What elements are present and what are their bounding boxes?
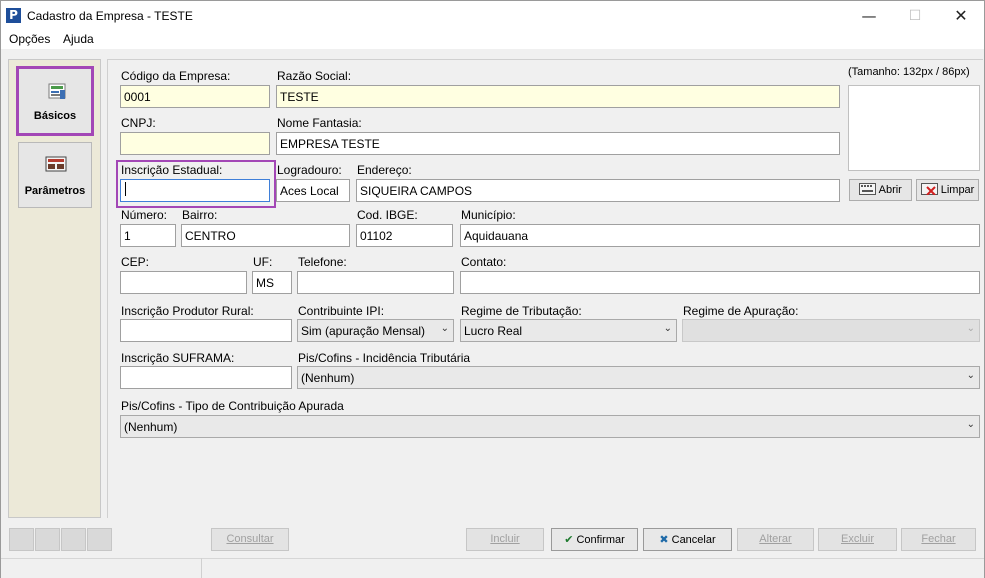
regime-trib-select-value: Lucro Real	[464, 324, 523, 338]
regime-apur-select: ⌄	[682, 319, 980, 342]
check-icon: ✔	[564, 533, 574, 546]
x-icon: ✖	[659, 533, 669, 546]
nav-prev-button[interactable]	[35, 528, 60, 551]
cancelar-label: Cancelar	[671, 534, 716, 546]
nav-last-button[interactable]	[87, 528, 112, 551]
alterar-button[interactable]: Alterar	[737, 528, 814, 551]
razao-label: Razão Social:	[277, 69, 352, 83]
abrir-button[interactable]: Abrir	[849, 179, 912, 201]
chevron-down-icon: ⌄	[663, 323, 672, 334]
contato-label: Contato:	[461, 255, 507, 269]
logradouro-field[interactable]: Aces Local	[276, 179, 350, 202]
cancelar-button[interactable]: ✖ Cancelar	[643, 528, 732, 551]
menu-opcoes[interactable]: Opções	[9, 32, 50, 46]
bairro-field[interactable]: CENTRO	[181, 224, 350, 247]
ipi-label: Contribuinte IPI:	[298, 304, 385, 318]
maximize-button[interactable]: ☐	[892, 1, 938, 31]
status-separator	[201, 558, 202, 578]
municipio-label: Município:	[461, 208, 516, 222]
window: P Cadastro da Empresa - TESTE — ☐ ✕ Opçõ…	[0, 0, 985, 578]
nav-first-button[interactable]	[9, 528, 34, 551]
fantasia-field[interactable]: EMPRESA TESTE	[276, 132, 840, 155]
telefone-field[interactable]	[297, 271, 454, 294]
chevron-down-icon: ⌄	[440, 323, 449, 334]
window-title: Cadastro da Empresa - TESTE	[27, 9, 193, 23]
cnpj-label: CNPJ:	[121, 116, 156, 130]
regime-trib-select[interactable]: Lucro Real ⌄	[460, 319, 677, 342]
numero-field[interactable]: 1	[120, 224, 176, 247]
cep-field[interactable]	[120, 271, 247, 294]
excluir-button[interactable]: Excluir	[818, 528, 897, 551]
menu-bar: Opções Ajuda	[1, 31, 984, 49]
cep-label: CEP:	[121, 255, 150, 269]
razao-field[interactable]: TESTE	[276, 85, 840, 108]
codigo-field[interactable]: 0001	[120, 85, 270, 108]
chevron-down-icon: ⌄	[966, 370, 975, 381]
basicos-icon	[48, 83, 66, 99]
minimize-button[interactable]: —	[846, 1, 892, 31]
confirmar-button[interactable]: ✔ Confirmar	[551, 528, 638, 551]
produtor-field[interactable]	[120, 319, 292, 342]
suframa-field[interactable]	[120, 366, 292, 389]
status-bar	[1, 558, 984, 578]
nav-parametros-button[interactable]: Parâmetros	[18, 142, 92, 208]
menu-ajuda[interactable]: Ajuda	[63, 32, 94, 46]
keyboard-icon	[859, 183, 877, 195]
text-caret	[125, 182, 126, 196]
numero-label: Número:	[121, 208, 168, 222]
regime-apur-label: Regime de Apuração:	[683, 304, 799, 318]
pis-tipo-select-value: (Nenhum)	[124, 420, 178, 434]
pis-tipo-label: Pis/Cofins - Tipo de Contribuição Apurad…	[121, 399, 344, 413]
app-icon: P	[6, 8, 21, 23]
chevron-down-icon: ⌄	[966, 419, 975, 430]
ie-field[interactable]	[120, 179, 270, 202]
logradouro-label: Logradouro:	[277, 163, 342, 177]
suframa-label: Inscrição SUFRAMA:	[121, 351, 235, 365]
chevron-down-icon: ⌄	[966, 323, 975, 334]
bairro-label: Bairro:	[182, 208, 218, 222]
close-button[interactable]: ✕	[938, 1, 984, 31]
nav-parametros-label: Parâmetros	[24, 185, 86, 197]
nav-panel: Básicos Parâmetros	[8, 59, 101, 518]
nav-basicos-button[interactable]: Básicos	[16, 66, 94, 136]
fechar-button[interactable]: Fechar	[901, 528, 976, 551]
endereco-label: Endereço:	[357, 163, 412, 177]
clear-icon	[920, 183, 938, 196]
nav-basicos-label: Básicos	[33, 110, 77, 122]
ipi-select[interactable]: Sim (apuração Mensal) ⌄	[297, 319, 454, 342]
endereco-field[interactable]: SIQUEIRA CAMPOS	[356, 179, 840, 202]
uf-field[interactable]: MS	[252, 271, 292, 294]
pis-incid-select[interactable]: (Nenhum) ⌄	[297, 366, 980, 389]
pis-incid-label: Pis/Cofins - Incidência Tributária	[298, 351, 471, 365]
incluir-button[interactable]: Incluir	[466, 528, 544, 551]
parametros-icon	[45, 156, 67, 172]
limpar-button[interactable]: Limpar	[916, 179, 979, 201]
pis-incid-select-value: (Nenhum)	[301, 371, 355, 385]
uf-label: UF:	[253, 255, 273, 269]
produtor-label: Inscrição Produtor Rural:	[121, 304, 254, 318]
ipi-select-value: Sim (apuração Mensal)	[301, 324, 426, 338]
ibge-field[interactable]: 01102	[356, 224, 453, 247]
confirmar-label: Confirmar	[576, 534, 625, 546]
municipio-field[interactable]: Aquidauana	[460, 224, 980, 247]
fantasia-label: Nome Fantasia:	[277, 116, 362, 130]
consultar-button[interactable]: Consultar	[211, 528, 289, 551]
abrir-label: Abrir	[878, 184, 902, 196]
logo-size-label: (Tamanho: 132px / 86px)	[848, 66, 970, 78]
title-bar[interactable]: P Cadastro da Empresa - TESTE — ☐ ✕	[1, 1, 984, 31]
cnpj-field[interactable]	[120, 132, 270, 155]
ibge-label: Cod. IBGE:	[357, 208, 418, 222]
telefone-label: Telefone:	[298, 255, 347, 269]
pis-tipo-select[interactable]: (Nenhum) ⌄	[120, 415, 980, 438]
nav-next-button[interactable]	[61, 528, 86, 551]
codigo-label: Código da Empresa:	[121, 69, 231, 83]
regime-trib-label: Regime de Tributação:	[461, 304, 582, 318]
contato-field[interactable]	[460, 271, 980, 294]
logo-preview[interactable]	[848, 85, 980, 171]
ie-label: Inscrição Estadual:	[121, 163, 223, 177]
limpar-label: Limpar	[940, 184, 975, 196]
